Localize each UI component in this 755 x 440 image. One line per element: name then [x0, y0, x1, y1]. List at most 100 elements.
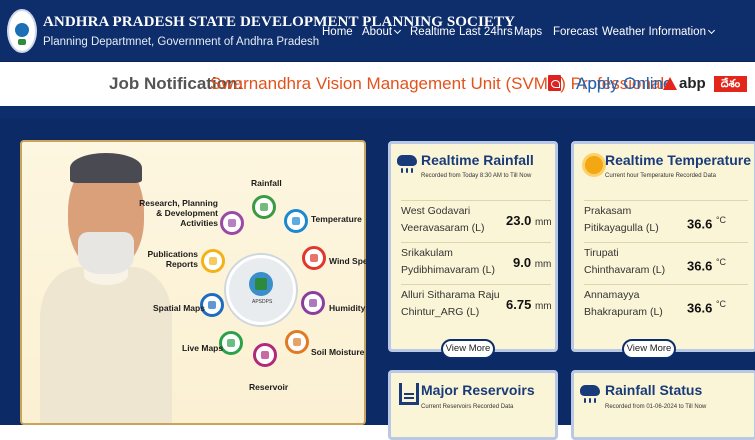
card-title: Realtime Rainfall — [421, 152, 534, 168]
hero-item-research-planning[interactable]: Research, Planning & Development Activit… — [132, 198, 218, 228]
chevron-down-icon — [707, 26, 716, 35]
abp-brand-script: దేశం — [714, 76, 747, 92]
row-place: Chintur_ARG (L) — [401, 306, 480, 318]
row-district: Alluri Sitharama Raju — [401, 289, 500, 301]
nav-label: About — [362, 26, 393, 38]
site-header: ANDHRA PRADESH STATE DEVELOPMENT PLANNIN… — [0, 0, 755, 62]
card-title: Rainfall Status — [605, 382, 703, 398]
hero-panel — [20, 140, 366, 425]
row-place: Veeravasaram (L) — [401, 222, 485, 234]
row-place: Pitikayagulla (L) — [584, 222, 659, 234]
value-unit: °C — [715, 215, 727, 225]
card-subtitle: Current hour Temperature Recorded Data — [605, 173, 716, 179]
abp-logo-icon — [663, 77, 677, 90]
nav-about[interactable]: About — [362, 26, 402, 38]
row-district: Prakasam — [584, 205, 632, 217]
hero-item-spatial-maps[interactable]: Spatial Maps — [153, 303, 205, 313]
realtime-rainfall-card: Realtime Rainfall Recorded from Today 8:… — [388, 141, 558, 359]
table-row: West Godavari Veeravasaram (L) 23.0 mm — [401, 200, 552, 242]
abp-brand: abp — [679, 75, 706, 92]
card-title: Realtime Temperature — [605, 152, 752, 168]
hub-caption: APSDPS — [252, 299, 273, 305]
rain-cloud-icon — [397, 155, 417, 173]
value-number: 36.6 — [687, 258, 713, 274]
nav-weather-information[interactable]: Weather Information — [602, 26, 716, 38]
rain-cloud-icon — [580, 385, 600, 403]
row-value: 36.6 °C — [687, 257, 726, 273]
row-district: Srikakulam — [401, 247, 453, 259]
value-unit: °C — [715, 299, 727, 309]
row-place: Chinthavaram (L) — [584, 264, 666, 276]
hero-item-live-maps[interactable]: Live Maps — [182, 343, 223, 353]
hero-item-wind-speed[interactable]: Wind Speed — [329, 256, 366, 266]
windsock-icon[interactable] — [302, 246, 326, 270]
apsdps-logo[interactable] — [7, 9, 37, 53]
row-district: West Godavari — [401, 205, 471, 217]
nav-maps[interactable]: Maps — [514, 26, 542, 38]
card-subtitle: Recorded from 01-06-2024 to Till Now — [605, 404, 707, 410]
chevron-down-icon — [394, 26, 402, 35]
row-district: Annamayya — [584, 289, 640, 301]
row-value: 6.75 mm — [506, 297, 552, 312]
nav-realtime[interactable]: Realtime — [410, 26, 455, 38]
value-number: 6.75 — [506, 297, 532, 312]
nav-forecast[interactable]: Forecast — [553, 26, 598, 38]
card-subtitle: Current Reservoirs Recorded Data — [421, 404, 514, 410]
realtime-temperature-card: Realtime Temperature Current hour Temper… — [571, 141, 755, 359]
row-district: Tirupati — [584, 247, 619, 259]
hero-item-rainfall[interactable]: Rainfall — [251, 178, 282, 188]
value-number: 36.6 — [687, 216, 713, 232]
row-value: 36.6 °C — [687, 299, 726, 315]
card-subtitle: Recorded from Today 8:30 AM to Till Now — [421, 173, 532, 179]
reservoir-icon — [399, 383, 419, 405]
value-number: 23.0 — [506, 213, 532, 228]
row-value: 23.0 mm — [506, 213, 552, 228]
value-unit: mm — [534, 301, 552, 312]
row-place: Bhakrapuram (L) — [584, 306, 663, 318]
row-value: 9.0 mm — [513, 255, 551, 270]
nav-home[interactable]: Home — [322, 26, 353, 38]
hero-item-temperature[interactable]: Temperature — [311, 214, 362, 224]
hero-item-publications-reports[interactable]: Publications Reports — [142, 249, 198, 269]
hero-item-humidity[interactable]: Humidity — [329, 303, 365, 313]
apply-online-link[interactable]: Apply Online — [576, 74, 672, 94]
hero-item-reservoir[interactable]: Reservoir — [249, 382, 288, 392]
nav-label: Weather Information — [602, 26, 706, 38]
nav-label: Last 24hrs — [459, 26, 513, 38]
rainfall-status-card: Rainfall Status Recorded from 01-06-2024… — [571, 370, 755, 440]
table-row: Prakasam Pitikayagulla (L) 36.6 °C — [584, 200, 748, 242]
rain-cloud-icon[interactable] — [252, 195, 276, 219]
reservoir-icon[interactable] — [253, 343, 277, 367]
view-more-button[interactable]: View More — [441, 339, 495, 359]
nav-label: Realtime — [410, 26, 456, 38]
value-number: 9.0 — [513, 255, 532, 270]
row-place: Pydibhimavaram (L) — [401, 264, 495, 276]
research-icon[interactable] — [220, 211, 244, 235]
org-subtitle: Planning Departmnet, Government of Andhr… — [43, 36, 320, 48]
apsdps-hub-logo — [249, 272, 273, 296]
value-unit: mm — [534, 217, 552, 228]
humidity-icon[interactable] — [301, 291, 325, 315]
card-title: Major Reservoirs — [421, 382, 535, 398]
table-row: Alluri Sitharama Raju Chintur_ARG (L) 6.… — [401, 284, 552, 326]
view-more-button[interactable]: View More — [622, 339, 676, 359]
pdf-icon[interactable] — [548, 75, 561, 91]
table-row: Annamayya Bhakrapuram (L) 36.6 °C — [584, 284, 748, 326]
hero-item-soil-moisture[interactable]: Soil Moisture — [311, 347, 364, 357]
nav-label: Home — [322, 26, 353, 38]
nav-last-24hrs[interactable]: Last 24hrs — [459, 26, 513, 38]
thermometer-icon[interactable] — [284, 209, 308, 233]
nav-label: Maps — [514, 26, 543, 38]
major-reservoirs-card: Major Reservoirs Current Reservoirs Reco… — [388, 370, 558, 440]
table-row: Srikakulam Pydibhimavaram (L) 9.0 mm — [401, 242, 551, 284]
value-unit: mm — [534, 259, 552, 270]
abp-watermark: abp దేశం — [660, 74, 748, 94]
soil-icon[interactable] — [285, 330, 309, 354]
notification-bar: Job Notification: Swarnandhra Vision Man… — [0, 62, 755, 106]
row-value: 36.6 °C — [687, 215, 726, 231]
value-number: 36.6 — [687, 300, 713, 316]
nav-label: Forecast — [553, 26, 598, 38]
sun-icon — [585, 156, 603, 174]
report-icon[interactable] — [201, 249, 225, 273]
value-unit: °C — [715, 257, 727, 267]
